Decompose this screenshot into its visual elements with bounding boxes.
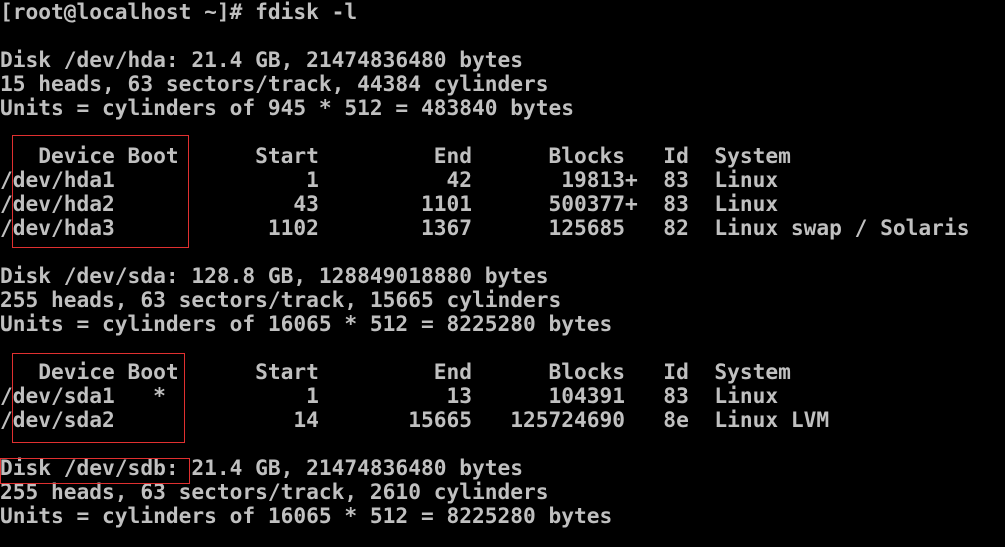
disk-sda-units: Units = cylinders of 16065 * 512 = 82252…: [0, 311, 613, 336]
disk-sdb-units: Units = cylinders of 16065 * 512 = 82252…: [0, 503, 613, 528]
prompt-line: [root@localhost ~]# fdisk -l: [0, 0, 358, 24]
disk-sda-geometry: 255 heads, 63 sectors/track, 15665 cylin…: [0, 287, 562, 312]
disk-hda-summary: Disk /dev/hda: 21.4 GB, 21474836480 byte…: [0, 47, 523, 72]
hda-devices-highlight-box: [12, 135, 189, 248]
disk-hda-units: Units = cylinders of 945 * 512 = 483840 …: [0, 95, 575, 120]
sda-devices-highlight-box: [12, 353, 185, 443]
terminal-window[interactable]: [root@localhost ~]# fdisk -l Disk /dev/h…: [0, 0, 1005, 547]
disk-sda-summary: Disk /dev/sda: 128.8 GB, 128849018880 by…: [0, 263, 549, 288]
disk-hda-geometry: 15 heads, 63 sectors/track, 44384 cylind…: [0, 71, 549, 96]
sdb-disk-highlight-box: [0, 458, 190, 484]
